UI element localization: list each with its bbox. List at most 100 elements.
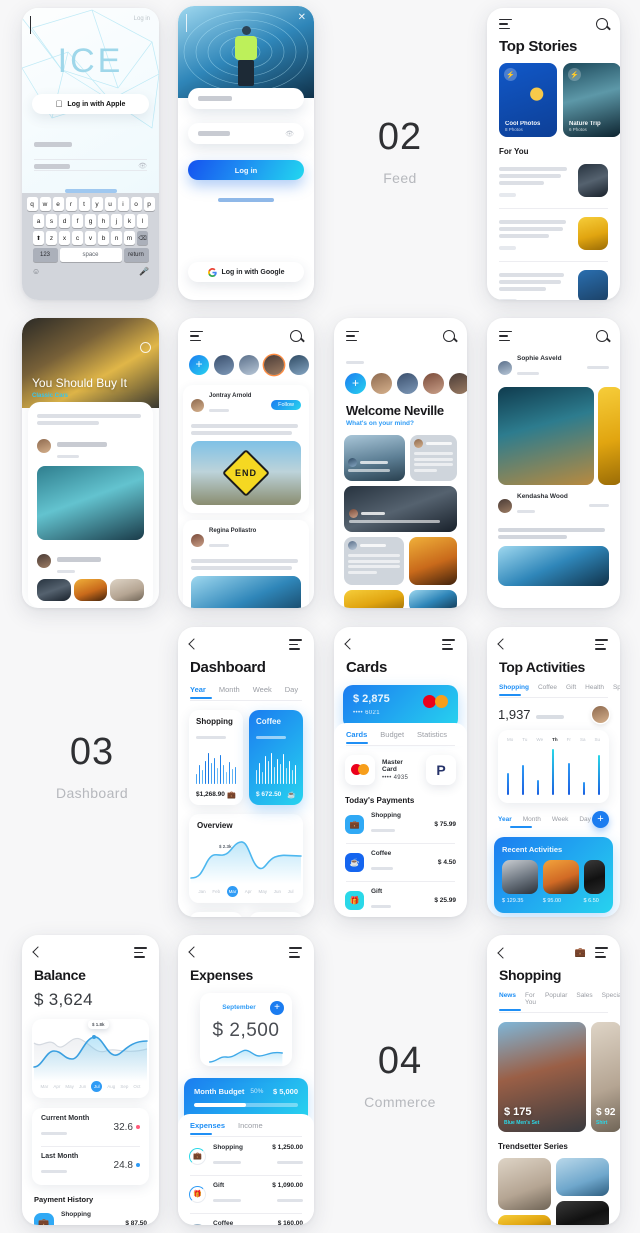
menu-icon[interactable] <box>595 947 608 958</box>
keyboard-row-4[interactable]: 123 space return <box>24 248 157 262</box>
month-feb[interactable]: Feb <box>212 889 220 894</box>
key-d[interactable]: d <box>59 214 70 228</box>
product-hero[interactable]: $ 92 Shirt <box>591 1022 620 1132</box>
search-icon[interactable] <box>290 330 302 342</box>
search-icon[interactable] <box>596 18 608 30</box>
forgot-password-link[interactable] <box>22 180 159 193</box>
month-may[interactable]: May <box>65 1084 74 1089</box>
close-icon[interactable]: ✕ <box>298 13 306 23</box>
username-input[interactable] <box>34 134 147 160</box>
tab-statistics[interactable]: Statistics <box>417 730 447 739</box>
month-jan[interactable]: Jan <box>198 889 205 894</box>
login-link[interactable]: Log in <box>134 16 150 22</box>
product-thumb[interactable] <box>556 1201 609 1225</box>
back-icon[interactable] <box>497 638 509 651</box>
post-author[interactable] <box>37 549 144 573</box>
history-row[interactable]: 💼 Shopping $ 87.50 <box>22 1204 159 1225</box>
tab-expenses[interactable]: Expenses <box>190 1121 225 1130</box>
add-button[interactable]: + <box>592 810 609 828</box>
tab-sport[interactable]: Sport <box>613 684 620 691</box>
post-header[interactable]: Sophie Asveld <box>487 346 620 380</box>
tab-for-you[interactable]: For You <box>525 992 536 1006</box>
eye-icon[interactable]: 👁 <box>285 130 294 138</box>
search-icon[interactable] <box>443 330 455 342</box>
add-story-button[interactable]: + <box>189 355 209 375</box>
key-j[interactable]: j <box>111 214 122 228</box>
stories-row[interactable]: + <box>178 346 314 385</box>
key-q[interactable]: q <box>26 197 38 211</box>
keyboard-row-2[interactable]: a s d f g h j k l <box>24 214 157 228</box>
story-avatar[interactable] <box>423 373 444 394</box>
backspace-icon[interactable]: ⌫ <box>137 231 148 245</box>
numeric-key[interactable]: 123 <box>32 248 58 262</box>
month-mar[interactable]: Mar <box>41 1084 49 1089</box>
story-card[interactable]: ⚡ Cool Photos 8 Photos <box>499 63 557 137</box>
tab-sales[interactable]: Sales <box>576 992 592 1006</box>
ios-keyboard[interactable]: q w e r t y u i o p a s d f g h j k l ⬆ … <box>22 193 159 300</box>
overview-card[interactable]: Overview $ 2.3k Jan Feb Mar Apr May Jun … <box>189 813 303 903</box>
recent-activities-card[interactable]: Recent Activities $ 129.35 $ 95.00 $ 6.5… <box>494 836 613 913</box>
story-avatar[interactable] <box>214 355 234 375</box>
balance-chart-card[interactable]: $ 1.8k Mar Apr May Jun Jul Aug Sep Oct <box>32 1018 149 1098</box>
key-y[interactable]: y <box>91 197 103 211</box>
tab-cards[interactable]: Cards <box>346 730 367 739</box>
menu-icon[interactable] <box>289 947 302 958</box>
back-icon[interactable] <box>32 946 44 959</box>
month-sep[interactable]: Sep <box>120 1084 128 1089</box>
mastercard-icon[interactable] <box>345 754 375 785</box>
tab-coffee[interactable]: Coffee <box>538 684 557 691</box>
story-avatar[interactable] <box>397 373 418 394</box>
key-h[interactable]: h <box>98 214 109 228</box>
search-icon[interactable] <box>596 330 608 342</box>
back-icon[interactable] <box>497 946 509 959</box>
menu-icon[interactable] <box>134 947 147 958</box>
stories-row[interactable]: + <box>334 369 467 394</box>
post-image[interactable] <box>498 387 594 485</box>
story-card-list[interactable]: ⚡ Cool Photos 8 Photos ⚡ Nature Trip 6 Pho… <box>487 55 620 137</box>
tab-budget[interactable]: Budget <box>380 730 404 739</box>
emoji-icon[interactable]: ☺ <box>32 267 40 276</box>
feed-card[interactable] <box>344 590 404 608</box>
tab-special[interactable]: Special <box>602 992 620 1006</box>
key-p[interactable]: p <box>143 197 155 211</box>
month-aug[interactable]: Aug <box>107 1084 115 1089</box>
key-n[interactable]: n <box>111 231 122 245</box>
menu-icon[interactable] <box>499 18 512 30</box>
month-apr[interactable]: Apr <box>245 889 252 894</box>
menu-icon[interactable] <box>346 330 359 342</box>
feed-card[interactable] <box>344 537 404 585</box>
story-item[interactable] <box>487 209 620 253</box>
activity-chart[interactable]: Mo Tu We Th Fr Sa Su <box>498 729 609 803</box>
story-avatar[interactable] <box>289 355 309 375</box>
payment-row[interactable]: ☕ Coffee $ 4.50 <box>334 844 467 875</box>
eye-icon[interactable]: 👁 <box>138 162 147 170</box>
menu-icon[interactable] <box>595 639 608 650</box>
wallet-row[interactable]: Master Card •••• 4935 P <box>334 746 467 785</box>
payment-row[interactable]: 🎁 Gift $ 25.99 <box>334 882 467 913</box>
dashboard-card-gift[interactable]: Gift <box>189 911 243 917</box>
post-image[interactable] <box>598 387 620 485</box>
menu-icon[interactable] <box>442 639 455 650</box>
story-avatar[interactable] <box>371 373 392 394</box>
forgot-password-link[interactable] <box>178 189 314 207</box>
bag-icon[interactable]: 💼 <box>575 947 586 958</box>
balance-summary[interactable]: Current Month 32.6 Last Month 24.8 <box>32 1107 149 1185</box>
menu-icon[interactable] <box>190 330 203 342</box>
feed-card[interactable] <box>344 435 406 481</box>
tab-week[interactable]: Week <box>253 685 272 694</box>
month-jul[interactable]: Jul <box>91 1080 103 1092</box>
key-m[interactable]: m <box>124 231 135 245</box>
recent-item[interactable]: $ 129.35 <box>502 859 538 904</box>
back-icon[interactable] <box>188 946 200 959</box>
return-key[interactable]: return <box>123 248 149 262</box>
story-item[interactable] <box>487 262 620 300</box>
key-s[interactable]: s <box>46 214 57 228</box>
feed-card[interactable] <box>410 435 457 481</box>
search-icon[interactable] <box>140 342 151 353</box>
dashboard-card-shopping[interactable]: Shopping $1,268.90 💼 <box>189 709 243 805</box>
tab-health[interactable]: Health <box>585 684 604 691</box>
back-icon[interactable] <box>186 14 187 32</box>
key-a[interactable]: a <box>33 214 44 228</box>
product-thumb[interactable] <box>498 1158 551 1210</box>
recent-item[interactable]: $ 6.50 <box>583 859 605 904</box>
